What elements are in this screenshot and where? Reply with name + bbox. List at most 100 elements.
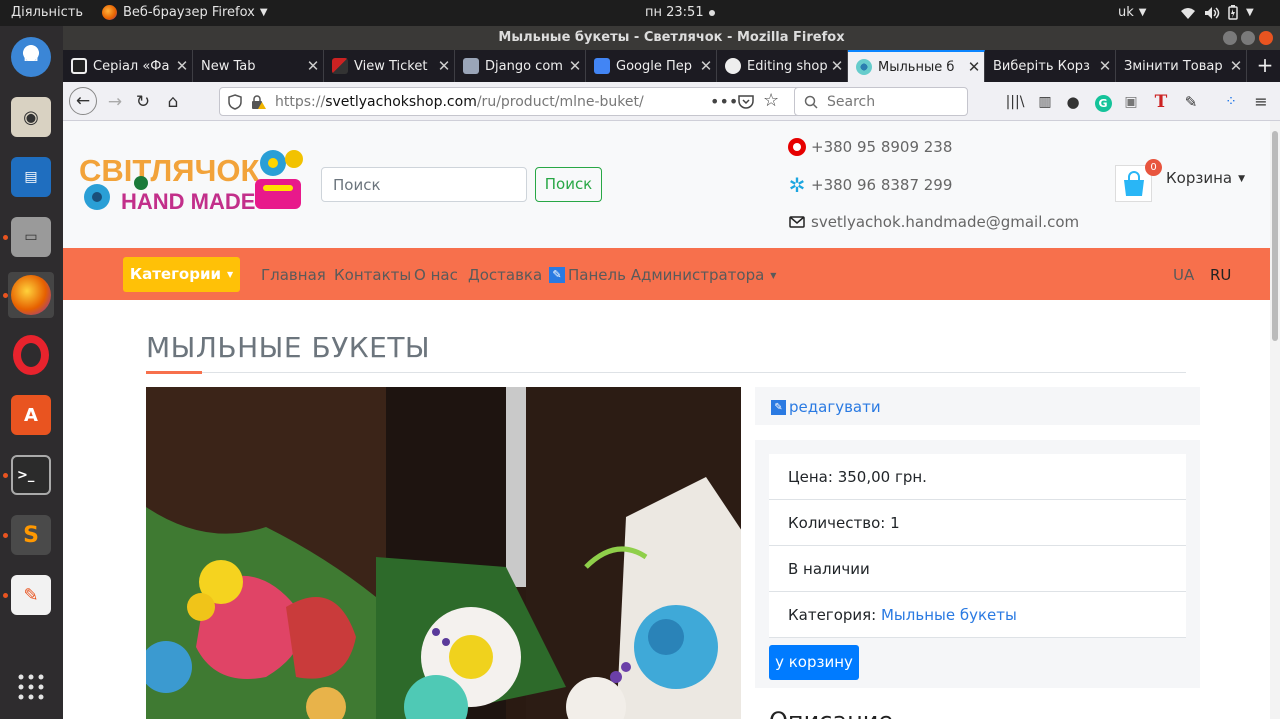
hamburger-menu-icon[interactable]: ≡ xyxy=(1249,90,1273,114)
title-accent-line xyxy=(146,371,202,374)
site-logo[interactable]: СВІТЛЯЧОК HAND MADE xyxy=(77,145,309,221)
new-tab-button[interactable]: + xyxy=(1250,50,1280,82)
dock-files[interactable]: ▭ xyxy=(8,214,54,260)
edit-product-link[interactable]: ✎ редагувати xyxy=(771,398,881,416)
app-menu[interactable]: Веб-браузер Firefox ▼ xyxy=(102,5,268,20)
nav-delivery[interactable]: Доставка xyxy=(468,266,542,284)
close-tab-icon[interactable]: ✕ xyxy=(964,58,984,76)
svg-text:HAND MADE: HAND MADE xyxy=(121,189,255,214)
bookmark-star-icon[interactable]: ☆ xyxy=(763,90,779,111)
close-tab-icon[interactable]: ✕ xyxy=(1226,57,1246,75)
dock-rhythmbox[interactable]: ◉ xyxy=(8,94,54,140)
tab[interactable]: New Tab ✕ xyxy=(193,50,324,82)
product-title: МЫЛЬНЫЕ БУКЕТЫ xyxy=(146,331,431,364)
close-tab-icon[interactable]: ✕ xyxy=(696,57,716,75)
video-icon xyxy=(71,58,87,74)
chevron-down-icon: ▼ xyxy=(1246,7,1254,18)
dock-terminal[interactable]: >_ xyxy=(8,452,54,498)
extension-icon[interactable]: ▣ xyxy=(1119,90,1143,114)
close-tab-icon[interactable]: ✕ xyxy=(565,57,585,75)
cart-dropdown[interactable]: Корзина ▼ xyxy=(1166,169,1245,187)
category-link[interactable]: Мыльные букеты xyxy=(881,606,1017,624)
lang-ru[interactable]: RU xyxy=(1210,266,1231,284)
dock-show-apps[interactable] xyxy=(8,664,54,710)
keyboard-layout-menu[interactable]: uk ▼ xyxy=(1118,5,1146,20)
translate-extension-icon[interactable]: T xyxy=(1149,90,1173,114)
tab[interactable]: Змінити Товар ✕ xyxy=(1116,50,1247,82)
lang-ua[interactable]: UA xyxy=(1173,266,1194,284)
description-heading: Описание xyxy=(769,707,893,719)
categories-dropdown-button[interactable]: Категории ▼ xyxy=(123,257,240,292)
search-bar[interactable]: Search xyxy=(794,87,968,116)
nav-admin-panel-dropdown[interactable]: ✎ Панель Администратора ▼ xyxy=(549,266,776,284)
web-page: СВІТЛЯЧОК HAND MADE Поиск Поиск +380 95 … xyxy=(63,121,1270,719)
pocket-icon[interactable] xyxy=(738,94,754,109)
writer-icon: ▤ xyxy=(11,157,51,197)
page-scrollbar[interactable] xyxy=(1270,121,1280,719)
scrollbar-thumb[interactable] xyxy=(1272,131,1278,341)
close-window-button[interactable] xyxy=(1259,31,1273,45)
tab[interactable]: Серіал «Фа ✕ xyxy=(63,50,193,82)
dock-firefox[interactable] xyxy=(8,272,54,318)
firefox-icon xyxy=(102,5,117,20)
add-to-cart-button[interactable]: у корзину xyxy=(769,645,859,680)
grammarly-icon[interactable]: G xyxy=(1091,90,1115,114)
close-tab-icon[interactable]: ✕ xyxy=(827,57,847,75)
nav-home[interactable]: Главная xyxy=(261,266,326,284)
close-tab-icon[interactable]: ✕ xyxy=(434,57,454,75)
email-contact[interactable]: svetlyachok.handmade@gmail.com xyxy=(788,213,1079,231)
close-tab-icon[interactable]: ✕ xyxy=(172,57,192,75)
opera-icon xyxy=(13,335,49,375)
category-row: Категория: Мыльные букеты xyxy=(769,592,1186,638)
sidebar-icon[interactable]: ▥ xyxy=(1033,90,1057,114)
minimize-button[interactable] xyxy=(1223,31,1237,45)
shopping-bag-icon xyxy=(1124,171,1144,196)
maximize-button[interactable] xyxy=(1241,31,1255,45)
tab-strip: Серіал «Фа ✕ New Tab ✕ View Ticket ✕ Django… xyxy=(63,50,1280,82)
url-bar[interactable]: https://svetlyachokshop.com/ru/product/m… xyxy=(219,87,851,116)
library-icon[interactable]: |||\ xyxy=(1003,90,1027,114)
email-text: svetlyachok.handmade@gmail.com xyxy=(811,213,1080,231)
tab[interactable]: View Ticket ✕ xyxy=(324,50,455,82)
tab[interactable]: Google Пер ✕ xyxy=(586,50,717,82)
tab-active[interactable]: Мыльные б ✕ xyxy=(848,50,985,82)
soap-bouquet-image xyxy=(146,387,741,719)
page-actions-icon[interactable]: ••• xyxy=(710,92,738,111)
phone-vodafone[interactable]: +380 95 8909 238 xyxy=(788,138,952,156)
site-search-button[interactable]: Поиск xyxy=(535,167,602,202)
running-indicator xyxy=(3,473,8,478)
activities-button[interactable]: Діяльність xyxy=(11,5,83,20)
close-tab-icon[interactable]: ✕ xyxy=(1095,57,1115,75)
phone-kyivstar[interactable]: ✲ +380 96 8387 299 xyxy=(788,173,953,197)
vodafone-icon xyxy=(788,138,806,156)
eyedropper-icon[interactable]: ✎ xyxy=(1179,90,1203,114)
dock-text-editor[interactable]: ✎ xyxy=(8,572,54,618)
tab[interactable]: Django com ✕ xyxy=(455,50,586,82)
dock-sublime-text[interactable]: S xyxy=(8,512,54,558)
tab[interactable]: Виберіть Корз ✕ xyxy=(985,50,1116,82)
navigation-toolbar: ← → ↻ ⌂ https://svetlyachokshop.com/ru/p… xyxy=(63,82,1280,121)
forward-button[interactable]: → xyxy=(103,90,127,114)
reload-button[interactable]: ↻ xyxy=(131,90,155,114)
close-tab-icon[interactable]: ✕ xyxy=(303,57,323,75)
dock-thunderbird[interactable]: ✉ xyxy=(8,34,54,80)
search-icon xyxy=(804,95,818,109)
nav-about[interactable]: О нас xyxy=(414,266,458,284)
site-search-input[interactable]: Поиск xyxy=(321,167,527,202)
dock-opera[interactable] xyxy=(8,332,54,378)
extensions-grid-icon[interactable]: ⁘ xyxy=(1219,90,1243,114)
terminal-icon: >_ xyxy=(11,455,51,495)
chevron-down-icon: ▼ xyxy=(1138,7,1147,18)
product-photo[interactable] xyxy=(146,387,741,719)
nav-contacts[interactable]: Контакты xyxy=(334,266,411,284)
back-button[interactable]: ← xyxy=(69,87,97,115)
clock[interactable]: пн 23:51 xyxy=(645,5,715,20)
account-icon[interactable]: ● xyxy=(1061,90,1085,114)
dock-libreoffice-writer[interactable]: ▤ xyxy=(8,154,54,200)
home-button[interactable]: ⌂ xyxy=(161,90,185,114)
tab[interactable]: Editing shop ✕ xyxy=(717,50,848,82)
cart-count-badge: 0 xyxy=(1145,159,1162,176)
system-status-menu[interactable]: ▼ xyxy=(1180,5,1254,20)
lock-warning-icon xyxy=(252,95,266,109)
dock-software-center[interactable]: A xyxy=(8,392,54,438)
